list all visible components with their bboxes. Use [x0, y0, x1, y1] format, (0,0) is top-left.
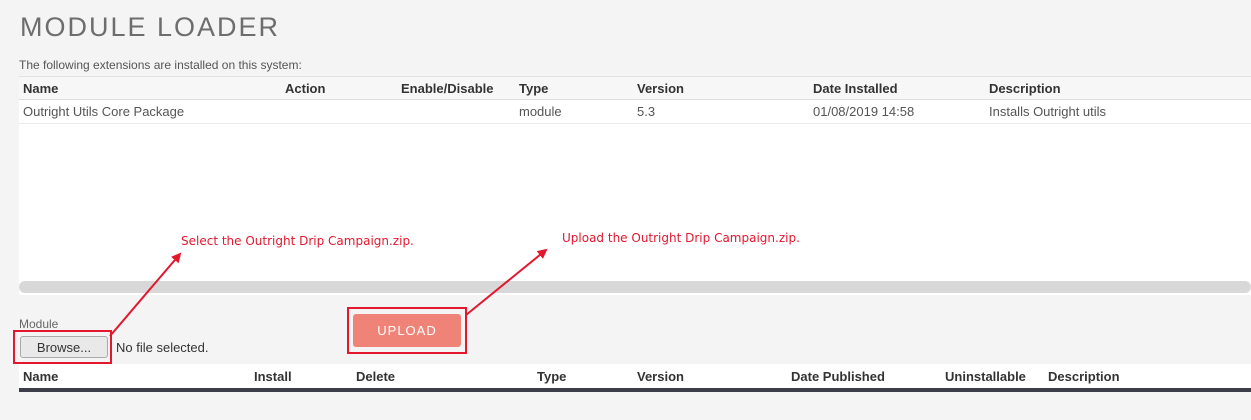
col-install: Install	[250, 364, 352, 390]
arrow-to-select-note	[109, 252, 182, 337]
col-name: Name	[19, 364, 250, 390]
module-label: Module	[19, 317, 59, 331]
annotation-arrows	[109, 248, 548, 337]
col-description: Description	[1044, 364, 1251, 390]
arrow-to-upload-note	[465, 248, 548, 316]
browse-highlight-box	[13, 330, 112, 364]
upload-highlight-box	[347, 307, 467, 354]
file-status: No file selected.	[116, 340, 209, 355]
col-date-published: Date Published	[787, 364, 941, 390]
col-delete: Delete	[352, 364, 533, 390]
col-type: Type	[533, 364, 633, 390]
col-uninstallable: Uninstallable	[941, 364, 1044, 390]
available-modules-table: Name Install Delete Type Version Date Pu…	[19, 364, 1251, 392]
col-version: Version	[633, 364, 787, 390]
available-table-header: Name Install Delete Type Version Date Pu…	[19, 364, 1251, 390]
